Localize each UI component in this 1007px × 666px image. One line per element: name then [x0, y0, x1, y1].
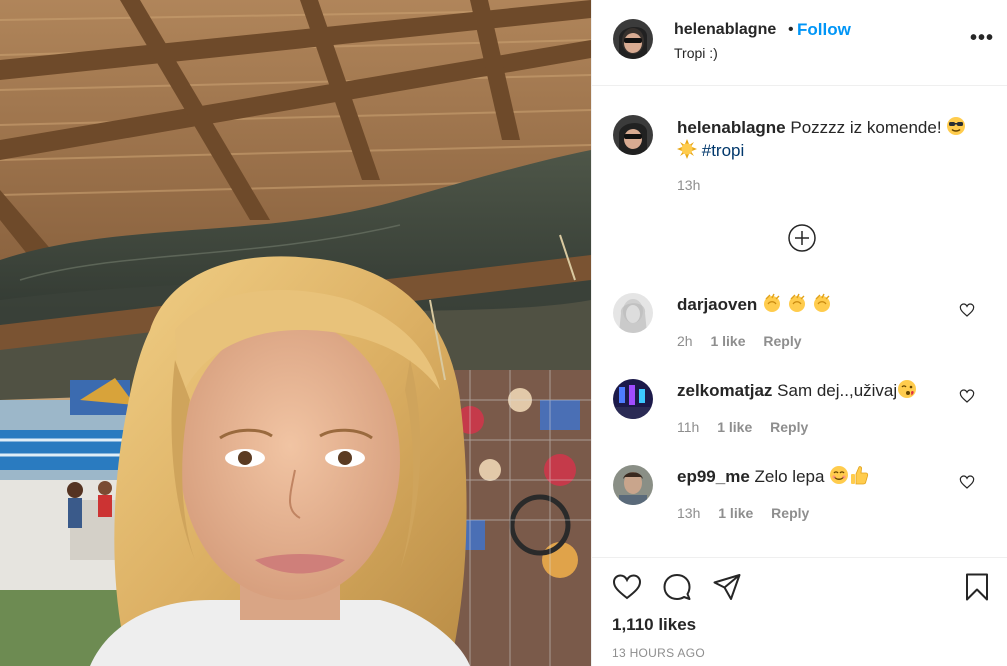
comments-section: helenablagne Pozzzz iz komende! #tropi 1… [592, 87, 1007, 557]
commenter-avatar-image [613, 465, 653, 505]
commenter-avatar-image [613, 379, 653, 419]
clap-emoji-icon [788, 293, 805, 312]
post-header: helenablagne • Follow Tropi :) ••• [592, 0, 1007, 86]
sun-emoji-icon [677, 139, 697, 159]
comment-time[interactable]: 11h [677, 419, 699, 435]
smile-emoji-icon [830, 466, 849, 484]
caption-time[interactable]: 13h [677, 177, 700, 193]
comment-item: zelkomatjaz Sam dej..,uživaj 11h 1 like … [592, 379, 1007, 459]
plus-circle-icon [788, 224, 816, 252]
reply-button[interactable]: Reply [763, 333, 801, 349]
comment-username[interactable]: ep99_me [677, 467, 750, 486]
clap-emoji-icon [764, 293, 781, 312]
post-photo[interactable] [0, 0, 591, 666]
selfie-photo [0, 0, 591, 666]
separator-dot: • [788, 21, 794, 38]
share-paper-plane-icon[interactable] [712, 572, 742, 602]
caption: helenablagne Pozzzz iz komende! #tropi [677, 116, 977, 162]
comment-like-heart-icon[interactable] [959, 474, 975, 490]
post-sidebar: helenablagne • Follow Tropi :) ••• helen… [591, 0, 1007, 666]
comment-username[interactable]: darjaoven [677, 295, 757, 314]
comment-body: zelkomatjaz Sam dej..,uživaj [677, 379, 957, 402]
commenter-avatar[interactable] [613, 379, 653, 419]
caption-username[interactable]: helenablagne [677, 118, 786, 137]
comment-bubble-icon[interactable] [662, 572, 692, 602]
comment-like-heart-icon[interactable] [959, 388, 975, 404]
thumbs-up-emoji-icon [851, 466, 869, 485]
comment-body: darjaoven [677, 293, 957, 316]
caption-avatar[interactable] [613, 115, 653, 155]
like-count[interactable]: 1,110 likes [612, 615, 696, 635]
comment-item: ep99_me Zelo lepa 13h 1 like Reply [592, 465, 1007, 545]
caption-text: Pozzzz iz komende! [790, 118, 942, 137]
author-avatar-image [613, 19, 653, 59]
sunglasses-emoji-icon [947, 117, 966, 135]
comment-item: darjaoven 2h 1 like Reply [592, 293, 1007, 373]
hashtag-link[interactable]: #tropi [702, 141, 745, 160]
commenter-avatar-image [613, 293, 653, 333]
reply-button[interactable]: Reply [771, 505, 809, 521]
save-bookmark-icon[interactable] [962, 572, 992, 602]
author-avatar[interactable] [613, 19, 653, 59]
comment-username[interactable]: zelkomatjaz [677, 381, 772, 400]
follow-button[interactable]: Follow [797, 20, 851, 40]
post-location[interactable]: Tropi :) [674, 45, 718, 61]
load-more-comments-icon[interactable] [787, 223, 817, 253]
post-actions: 1,110 likes 13 HOURS AGO [592, 557, 1007, 666]
comment-text: Sam dej..,uživaj [777, 381, 898, 400]
more-options-icon[interactable]: ••• [970, 28, 994, 48]
commenter-avatar[interactable] [613, 293, 653, 333]
comment-likes[interactable]: 1 like [710, 333, 745, 349]
comment-like-heart-icon[interactable] [959, 302, 975, 318]
comment-text: Zelo lepa [754, 467, 825, 486]
commenter-avatar[interactable] [613, 465, 653, 505]
comment-meta: 2h 1 like Reply [677, 333, 816, 349]
clap-emoji-icon [813, 293, 830, 312]
comment-likes[interactable]: 1 like [718, 505, 753, 521]
comment-likes[interactable]: 1 like [717, 419, 752, 435]
comment-meta: 13h 1 like Reply [677, 505, 823, 521]
comment-body: ep99_me Zelo lepa [677, 465, 957, 488]
reply-button[interactable]: Reply [770, 419, 808, 435]
comment-meta: 11h 1 like Reply [677, 419, 822, 435]
comment-time[interactable]: 13h [677, 505, 700, 521]
comment-time[interactable]: 2h [677, 333, 693, 349]
caption-avatar-image [613, 115, 653, 155]
kiss-emoji-icon [898, 380, 917, 398]
author-username[interactable]: helenablagne [674, 21, 776, 39]
post-timestamp[interactable]: 13 HOURS AGO [612, 646, 705, 660]
like-heart-icon[interactable] [612, 572, 642, 602]
